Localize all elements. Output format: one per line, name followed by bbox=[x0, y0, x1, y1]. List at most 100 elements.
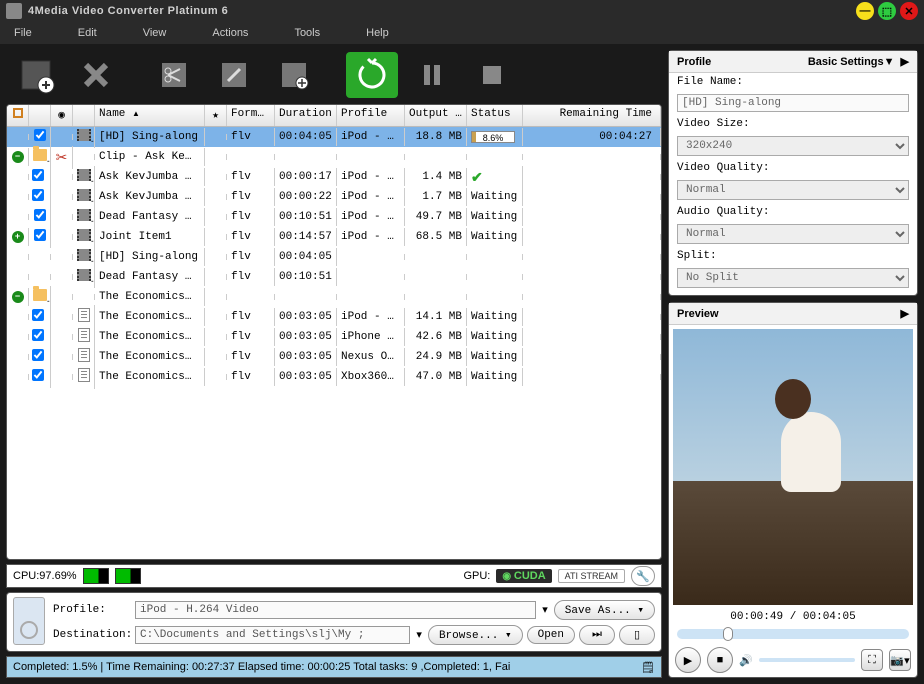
audioquality-select[interactable]: Normal bbox=[677, 224, 909, 244]
column-header[interactable]: Name ▲ bbox=[95, 105, 205, 126]
app-title: 4Media Video Converter Platinum 6 bbox=[28, 5, 852, 17]
effects-button[interactable] bbox=[268, 52, 320, 98]
settings-icon[interactable]: 🔧 bbox=[631, 566, 655, 586]
preview-video[interactable] bbox=[673, 329, 913, 605]
table-row[interactable]: Ask KevJumba …flv00:00:22iPod - H…1.7 MB… bbox=[7, 187, 661, 207]
table-row[interactable]: Ask KevJumba …flv00:00:17iPod - H…1.4 MB… bbox=[7, 167, 661, 187]
column-header[interactable]: Remaining Time bbox=[523, 105, 661, 126]
menu-edit[interactable]: Edit bbox=[78, 27, 97, 39]
table-row[interactable]: [HD] Sing-alongflv00:04:05iPod - H…18.8 … bbox=[7, 127, 661, 147]
maximize-button[interactable]: ⬚ bbox=[878, 2, 896, 20]
delete-button[interactable] bbox=[70, 52, 122, 98]
videosize-label: Video Size: bbox=[669, 115, 917, 133]
browse-button[interactable]: Browse... ▾ bbox=[428, 625, 523, 645]
basic-settings-toggle[interactable]: Basic Settings▼ bbox=[808, 56, 895, 68]
filename-label: File Name: bbox=[669, 73, 917, 91]
menu-actions[interactable]: Actions bbox=[212, 27, 248, 39]
profile-select[interactable] bbox=[135, 601, 536, 619]
column-header[interactable] bbox=[73, 105, 95, 126]
table-row[interactable]: −The Economics… bbox=[7, 287, 661, 307]
table-row[interactable]: Dead Fantasy …flv00:10:51iPod - H…49.7 M… bbox=[7, 207, 661, 227]
folder-icon bbox=[33, 289, 47, 301]
film-icon bbox=[77, 229, 91, 241]
clip-button[interactable] bbox=[148, 52, 200, 98]
table-row[interactable]: The Economics…flv00:03:05Xbox360 …47.0 M… bbox=[7, 367, 661, 387]
film-icon bbox=[77, 209, 91, 221]
convert-button[interactable] bbox=[346, 52, 398, 98]
table-row[interactable]: [HD] Sing-alongflv00:04:05 bbox=[7, 247, 661, 267]
ipod-transfer-button[interactable]: ▯ bbox=[619, 625, 655, 645]
pause-button[interactable] bbox=[406, 52, 458, 98]
save-as-button[interactable]: Save As... ▾ bbox=[554, 600, 655, 620]
column-header[interactable]: Duration bbox=[275, 105, 337, 126]
table-row[interactable]: The Economics…flv00:03:05iPhone -…42.6 M… bbox=[7, 327, 661, 347]
row-checkbox[interactable] bbox=[32, 309, 44, 321]
forward-button[interactable]: ⏭ bbox=[579, 625, 615, 645]
row-checkbox[interactable] bbox=[32, 329, 44, 341]
edit-button[interactable] bbox=[208, 52, 260, 98]
film-icon bbox=[77, 249, 91, 261]
film-icon bbox=[77, 169, 91, 181]
stop-preview-button[interactable]: ■ bbox=[707, 647, 733, 673]
menubar: File Edit View Actions Tools Help bbox=[0, 22, 924, 44]
column-header[interactable] bbox=[29, 105, 51, 126]
row-checkbox[interactable] bbox=[34, 129, 46, 141]
ipod-icon bbox=[13, 597, 45, 645]
column-header[interactable] bbox=[7, 105, 29, 126]
menu-view[interactable]: View bbox=[143, 27, 167, 39]
cpu-core-icon bbox=[115, 568, 141, 584]
crop-icon[interactable]: ⛶ bbox=[861, 649, 883, 671]
cuda-badge: ◉ CUDA bbox=[496, 569, 551, 583]
play-button[interactable]: ▶ bbox=[675, 647, 701, 673]
table-row[interactable]: Dead Fantasy …flv00:10:51 bbox=[7, 267, 661, 287]
destination-input[interactable] bbox=[135, 626, 410, 644]
ati-badge: ATI STREAM bbox=[558, 569, 625, 583]
menu-help[interactable]: Help bbox=[366, 27, 389, 39]
column-header[interactable]: Format bbox=[227, 105, 275, 126]
row-checkbox[interactable] bbox=[32, 189, 44, 201]
table-row[interactable]: The Economics…flv00:03:05iPod - H…14.1 M… bbox=[7, 307, 661, 327]
split-label: Split: bbox=[669, 247, 917, 265]
log-icon[interactable]: 🗒 bbox=[641, 661, 655, 674]
profile-label: Profile: bbox=[53, 604, 131, 616]
destination-label: Destination: bbox=[53, 629, 131, 641]
videosize-select[interactable]: 320x240 bbox=[677, 136, 909, 156]
column-header[interactable]: Status bbox=[467, 105, 523, 126]
column-headers: ◉ Name ▲★FormatDurationProfileOutput Size… bbox=[7, 105, 661, 127]
row-checkbox[interactable] bbox=[32, 169, 44, 181]
column-header[interactable]: ★ bbox=[205, 105, 227, 126]
expand-icon[interactable]: ▶ bbox=[901, 55, 909, 68]
snapshot-icon[interactable]: 📷▾ bbox=[889, 649, 911, 671]
seek-slider[interactable] bbox=[677, 629, 909, 639]
check-icon: ✔ bbox=[471, 169, 483, 185]
gpu-label: GPU: bbox=[463, 570, 490, 582]
row-checkbox[interactable] bbox=[32, 369, 44, 381]
menu-tools[interactable]: Tools bbox=[294, 27, 320, 39]
videoquality-label: Video Quality: bbox=[669, 159, 917, 177]
menu-file[interactable]: File bbox=[14, 27, 32, 39]
table-row[interactable]: −✂Clip - Ask Ke… bbox=[7, 147, 661, 167]
volume-icon[interactable]: 🔊 bbox=[739, 654, 753, 667]
audioquality-label: Audio Quality: bbox=[669, 203, 917, 221]
expand-icon[interactable]: ▶ bbox=[901, 307, 909, 320]
filename-input[interactable] bbox=[677, 94, 909, 112]
row-checkbox[interactable] bbox=[34, 229, 46, 241]
row-checkbox[interactable] bbox=[34, 209, 46, 221]
stop-button[interactable] bbox=[466, 52, 518, 98]
open-button[interactable]: Open bbox=[527, 626, 575, 644]
table-row[interactable]: +Joint Item1flv00:14:57iPod - H…68.5 MBW… bbox=[7, 227, 661, 247]
column-header[interactable]: ◉ bbox=[51, 105, 73, 126]
minimize-button[interactable]: — bbox=[856, 2, 874, 20]
table-row[interactable]: The Economics…flv00:03:05Nexus On…24.9 M… bbox=[7, 347, 661, 367]
videoquality-select[interactable]: Normal bbox=[677, 180, 909, 200]
preview-heading: Preview bbox=[677, 308, 719, 320]
add-file-button[interactable] bbox=[10, 52, 62, 98]
folder-icon bbox=[33, 149, 47, 161]
toolbar bbox=[6, 50, 662, 100]
row-checkbox[interactable] bbox=[32, 349, 44, 361]
column-header[interactable]: Output Size bbox=[405, 105, 467, 126]
split-select[interactable]: No Split bbox=[677, 268, 909, 288]
column-header[interactable]: Profile bbox=[337, 105, 405, 126]
volume-slider[interactable] bbox=[759, 658, 855, 662]
close-button[interactable]: ✕ bbox=[900, 2, 918, 20]
